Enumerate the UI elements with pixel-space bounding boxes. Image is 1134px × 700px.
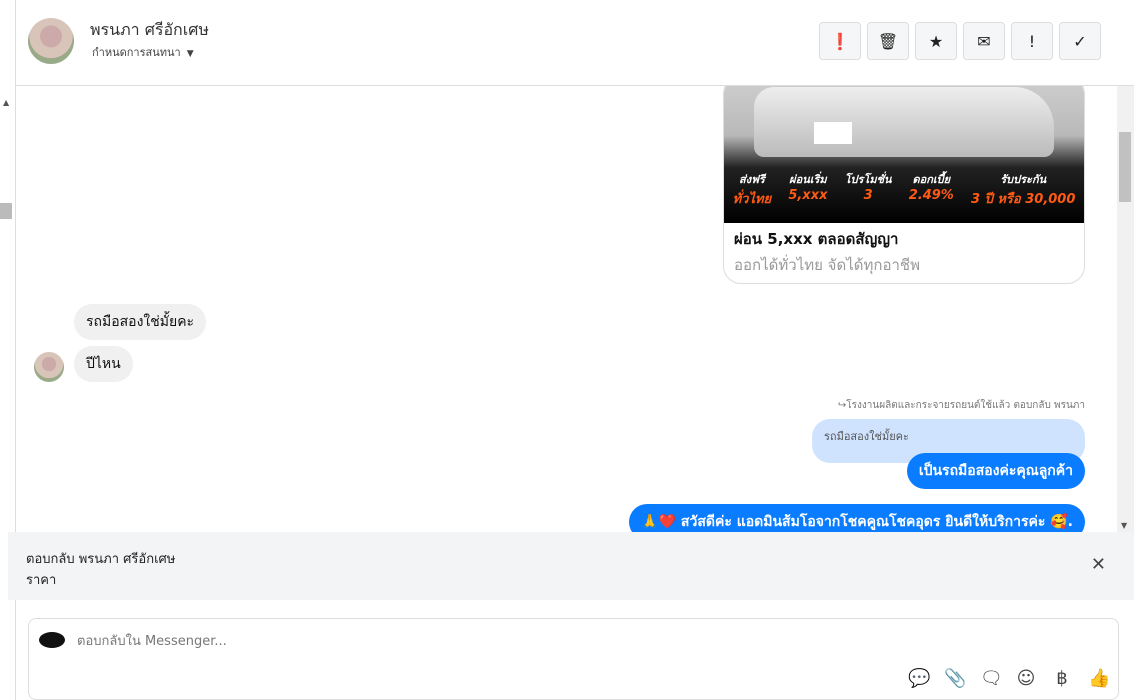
reply-preview: ตอบกลับ พรนภา ศรีอักเศษ ราคา ✕ [8, 532, 1134, 600]
paperclip-icon[interactable]: 📎 [944, 668, 966, 689]
chat-dots-icon[interactable]: 🗨 [980, 668, 1003, 689]
reply-to-label: ตอบกลับ พรนภา ศรีอักเศษ [26, 552, 176, 567]
incoming-message[interactable]: ปีไหน [74, 346, 133, 382]
card-subtitle: ออกได้ทั่วไทย จัดได้ทุกอาชีพ [734, 256, 920, 274]
scroll-up-icon[interactable]: ▲ [3, 98, 9, 107]
baht-icon[interactable]: ฿ [1052, 668, 1072, 689]
avatar [34, 352, 64, 382]
alert-button[interactable]: ❗ [819, 22, 861, 60]
schedule-dropdown[interactable]: กำหนดการสนทนา ▼ [92, 43, 194, 61]
promo-item: รับประกัน 3 ปี หรือ 30,000 [971, 173, 1076, 207]
ad-card[interactable]: ส่งฟรี ทั่วไทย ผ่อนเริ่ม 5,xxx โปรโมชั่น 3 … [723, 86, 1085, 284]
promo-item: โปรโมชั่น 3 [844, 173, 892, 203]
card-title: ผ่อน 5,xxx ตลอดสัญญา [734, 230, 899, 248]
schedule-label: กำหนดการสนทนา [92, 46, 181, 59]
promo-item: ดอกเบี้ย 2.49% [908, 173, 954, 203]
reply-meta: ↪โรงงานผลิตและกระจายรถยนต์ใช้แล้ว ตอบกลั… [837, 400, 1085, 411]
exclamation-icon: ! [1028, 31, 1036, 51]
car-image: ส่งฟรี ทั่วไทย ผ่อนเริ่ม 5,xxx โปรโมชั่น 3 … [724, 86, 1084, 223]
incoming-message[interactable]: รถมือสองใช่มั้ยคะ [74, 304, 207, 340]
check-icon: ✓ [1073, 31, 1087, 51]
conversation-header: พรนภา ศรีอักเศษ กำหนดการสนทนา ▼ ❗ 🗑 ★ ✉ !… [16, 0, 1134, 86]
scroll-down-icon[interactable]: ▼ [1121, 521, 1127, 530]
saved-reply-icon[interactable]: 💬 [908, 668, 930, 689]
composer: 💬 📎 🗨 ☺ ฿ 👍 [28, 618, 1119, 700]
avatar[interactable] [28, 18, 74, 64]
delete-button[interactable]: 🗑 [867, 22, 909, 60]
outgoing-message[interactable]: เป็นรถมือสองค่ะคุณลูกค้า [906, 453, 1085, 489]
caret-down-icon: ▼ [186, 49, 194, 59]
message-input[interactable] [77, 629, 877, 653]
page-avatar [39, 632, 65, 648]
follow-up-button[interactable]: ! [1011, 22, 1053, 60]
promo-item: ผ่อนเริ่ม 5,xxx [788, 173, 828, 203]
close-icon[interactable]: ✕ [1091, 554, 1106, 575]
mark-unread-button[interactable]: ✉ [963, 22, 1005, 60]
mail-icon: ✉ [977, 31, 991, 51]
message-thread: ส่งฟรี ทั่วไทย ผ่อนเริ่ม 5,xxx โปรโมชั่น 3 … [16, 86, 1117, 532]
scroll-thumb[interactable] [1119, 132, 1131, 202]
emoji-icon[interactable]: ☺ [1016, 668, 1036, 689]
trash-icon: 🗑 [877, 31, 899, 51]
promo-item: ส่งฟรี ทั่วไทย [732, 173, 772, 207]
thumbs-up-icon[interactable]: 👍 [1088, 668, 1110, 689]
alert-circle-icon: ❗ [830, 31, 850, 51]
mark-done-button[interactable]: ✓ [1059, 22, 1101, 60]
star-button[interactable]: ★ [915, 22, 957, 60]
contact-name[interactable]: พรนภา ศรีอักเศษ [90, 18, 209, 43]
chat-scrollbar[interactable]: ▼ [1117, 86, 1134, 532]
scroll-thumb[interactable] [0, 203, 12, 219]
reply-quoted-text: ราคา [26, 573, 57, 588]
star-icon: ★ [928, 31, 944, 51]
outgoing-message[interactable]: 🙏❤️ สวัสดีค่ะ แอดมินส้มโอจากโชคคูณโชคอุด… [629, 504, 1085, 532]
